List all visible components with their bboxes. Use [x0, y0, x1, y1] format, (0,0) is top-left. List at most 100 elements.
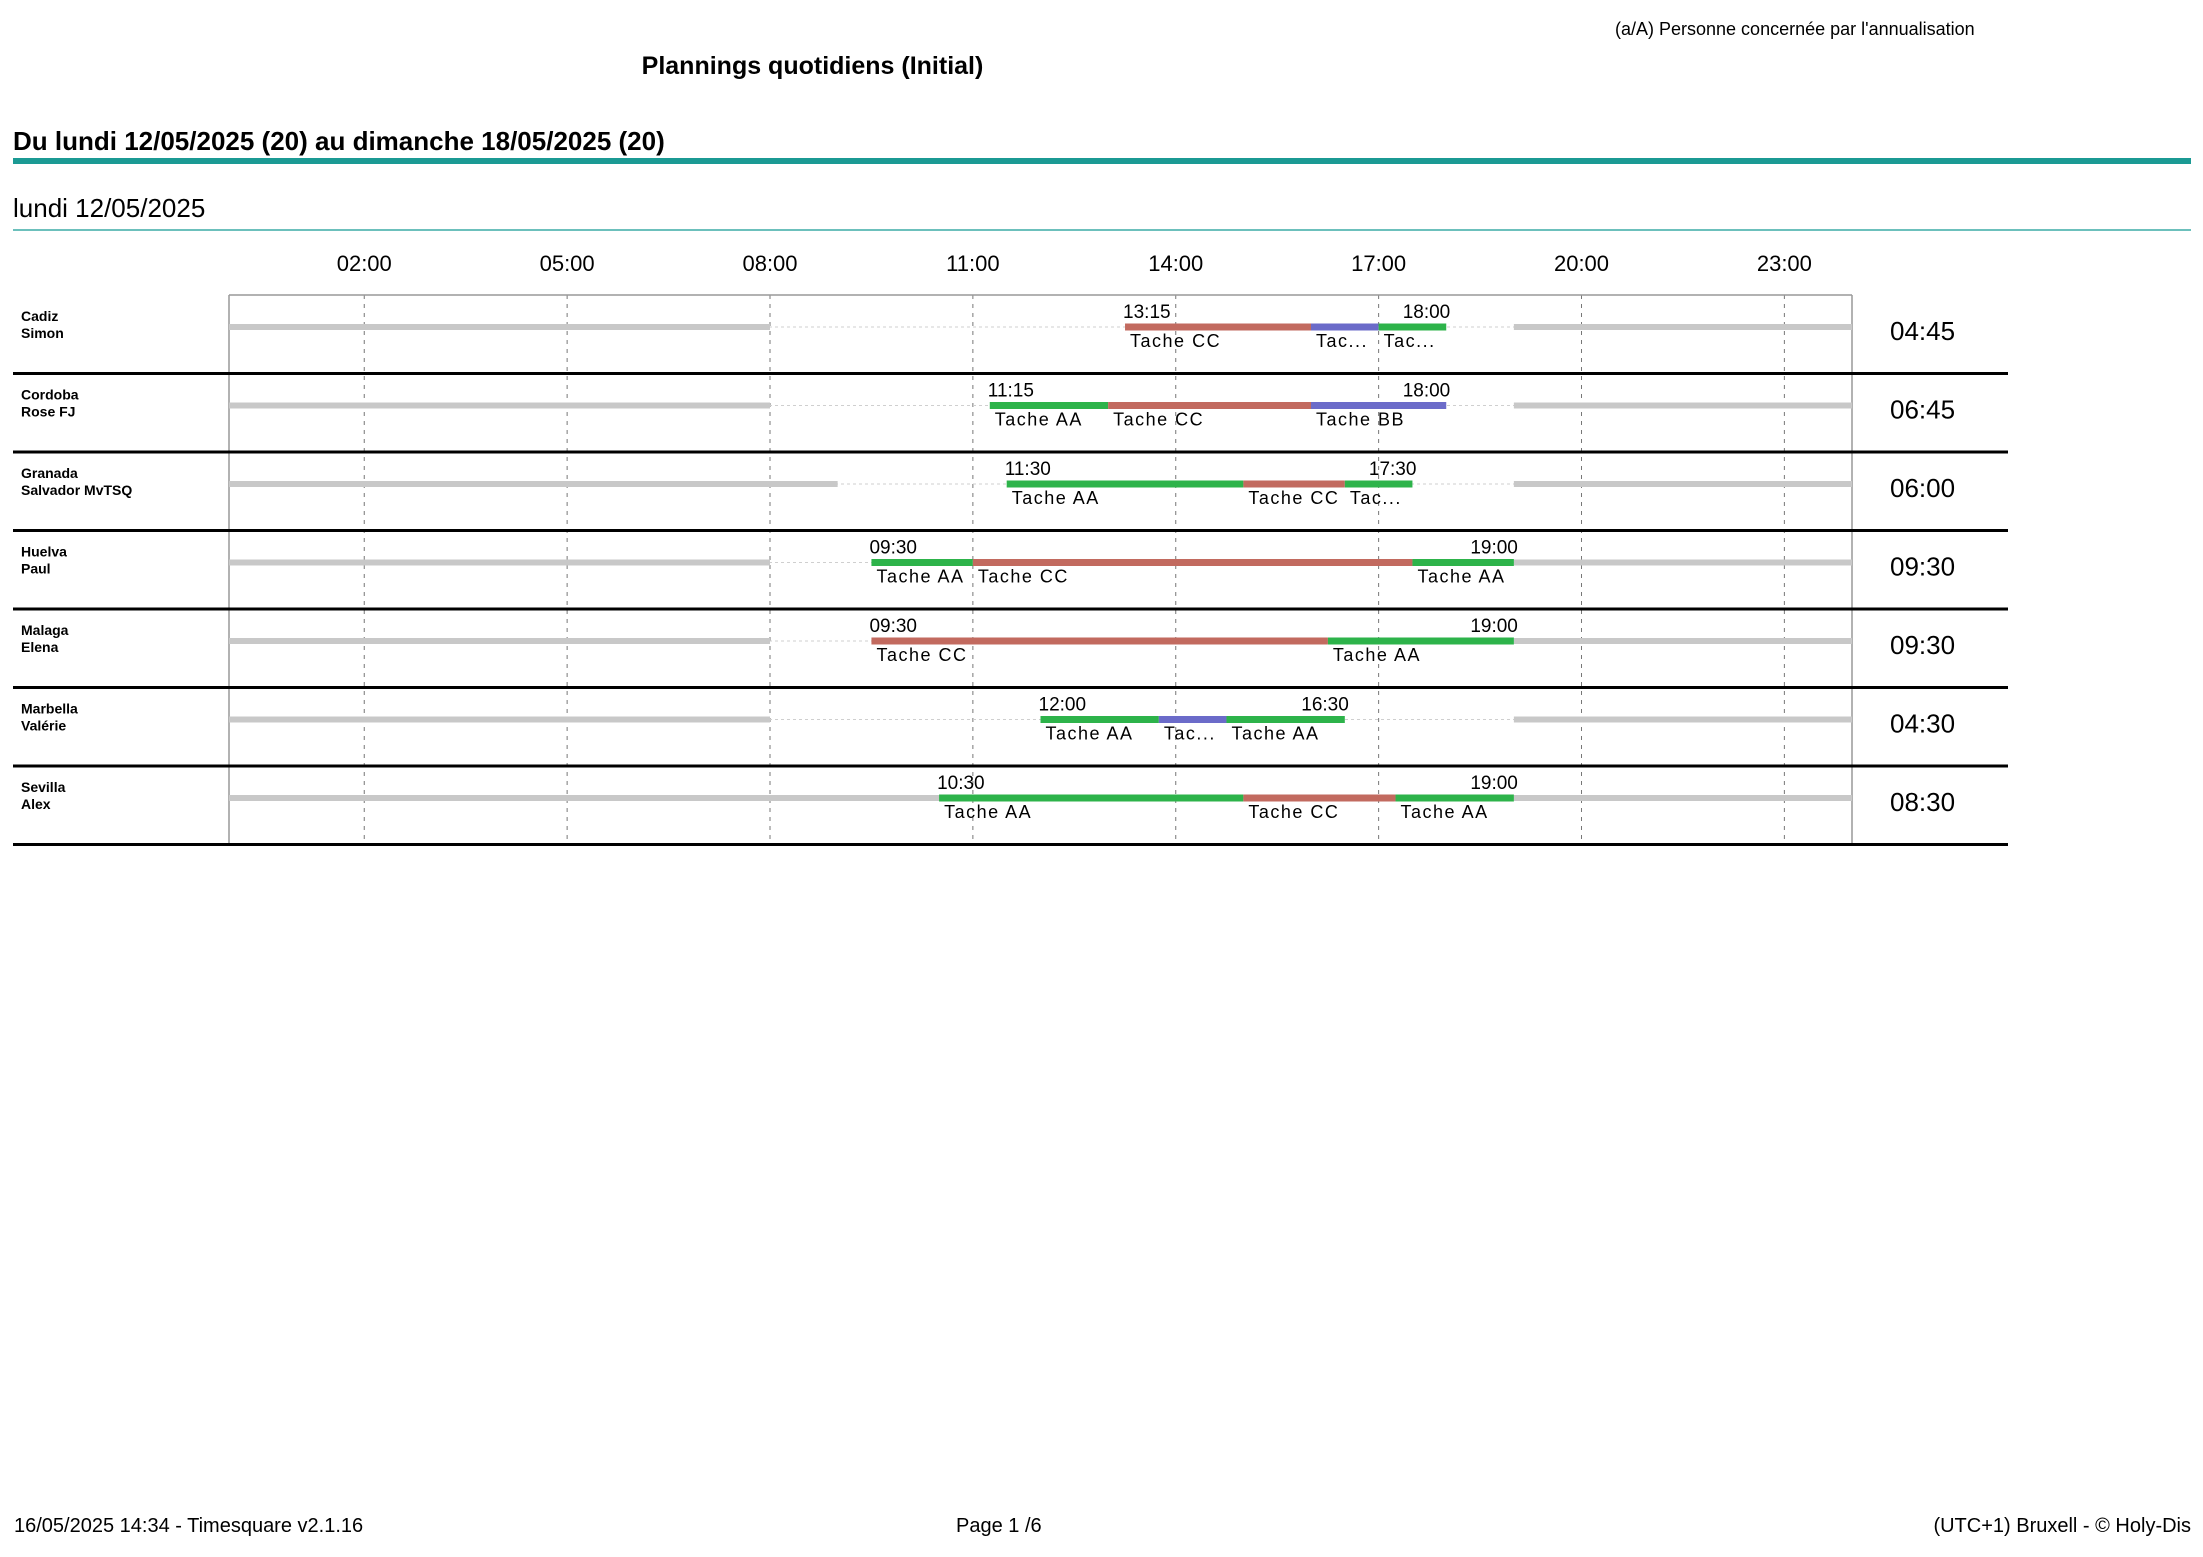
- shift-start-time: 09:30: [869, 616, 917, 637]
- employee-row: CadizSimon Tache CC Tac... Tac... 13:15 18:00…: [13, 302, 2008, 375]
- unavailable-bar: [229, 559, 770, 566]
- task-segment-bar: [1378, 323, 1447, 331]
- task-segment-label: Tac...: [1164, 724, 1216, 744]
- task-segment-label: Tache AA: [1417, 567, 1505, 587]
- shift-start-time: 13:15: [1123, 302, 1171, 323]
- employee-row: SevillaAlex Tache AA Tache CC Tache AA 10:30…: [13, 773, 2008, 846]
- week-heading-rule: [13, 158, 2191, 164]
- task-segment-bar: [1226, 716, 1345, 723]
- task-segment-bar: [1395, 794, 1514, 802]
- task-segment-label: Tac...: [1350, 488, 1402, 508]
- employee-row: GranadaSalvador MvTSQ Tache AA Tache CC Tac…: [13, 459, 2008, 532]
- shift-start-time: 11:15: [988, 381, 1034, 402]
- task-segment-label: Tache AA: [1333, 645, 1421, 665]
- task-segment-bar: [1243, 480, 1345, 488]
- task-segment-bar: [939, 794, 1244, 802]
- employee-lastname: Cadiz: [21, 308, 58, 324]
- daily-total-hours: 09:30: [1890, 630, 1955, 660]
- employee-firstname: Simon: [21, 325, 64, 341]
- daily-total-hours: 06:00: [1890, 473, 1955, 503]
- hour-tick-label: 05:00: [540, 251, 595, 276]
- task-segment-bar: [871, 637, 1328, 645]
- task-segment-label: Tac...: [1384, 331, 1436, 351]
- task-segment-label: Tache AA: [1046, 724, 1134, 744]
- task-segment-bar: [972, 559, 1413, 566]
- page-title: Plannings quotidiens (Initial): [641, 52, 984, 80]
- day-heading-rule: [13, 229, 2191, 231]
- annualisation-legend-note: (a/A) Personne concernée par l'annualisa…: [1615, 19, 1975, 39]
- employee-row: CordobaRose FJ Tache AA Tache CC Tache BB 11…: [13, 381, 2008, 454]
- unavailable-bar: [1513, 324, 1852, 330]
- employee-firstname: Salvador MvTSQ: [21, 482, 132, 498]
- hour-tick-label: 20:00: [1554, 251, 1609, 276]
- shift-end-time: 18:00: [1403, 302, 1451, 323]
- task-segment-bar: [1311, 323, 1379, 331]
- task-segment-label: Tache AA: [1231, 724, 1319, 744]
- shift-start-time: 10:30: [937, 773, 985, 794]
- shift-end-time: 17:30: [1369, 459, 1417, 480]
- hour-tick-label: 17:00: [1351, 251, 1406, 276]
- unavailable-bar: [229, 795, 940, 801]
- task-segment-label: Tac...: [1316, 331, 1368, 351]
- week-range-heading: Du lundi 12/05/2025 (20) au dimanche 18/…: [13, 126, 665, 156]
- employee-lastname: Sevilla: [21, 779, 66, 795]
- employee-firstname: Elena: [21, 639, 59, 655]
- employee-lastname: Granada: [21, 465, 78, 481]
- task-segment-bar: [1125, 323, 1311, 331]
- task-segment-label: Tache CC: [1248, 488, 1339, 508]
- unavailable-bar: [229, 324, 770, 330]
- task-segment-label: Tache CC: [978, 567, 1069, 587]
- task-segment-label: Tache AA: [944, 802, 1032, 822]
- employee-firstname: Alex: [21, 796, 51, 812]
- unavailable-bar: [229, 638, 770, 644]
- employee-firstname: Rose FJ: [21, 404, 75, 420]
- task-segment-bar: [1158, 716, 1227, 723]
- shift-end-time: 19:00: [1470, 773, 1518, 794]
- hour-tick-label: 08:00: [742, 251, 797, 276]
- daily-total-hours: 08:30: [1890, 787, 1955, 817]
- hour-tick-label: 23:00: [1757, 251, 1812, 276]
- task-segment-label: Tache AA: [1401, 802, 1489, 822]
- task-segment-label: Tache CC: [1248, 802, 1339, 822]
- task-segment-label: Tache AA: [1012, 488, 1100, 508]
- unavailable-bar: [1513, 481, 1852, 487]
- daily-total-hours: 04:45: [1890, 316, 1955, 346]
- day-heading: lundi 12/05/2025: [13, 193, 206, 223]
- task-segment-label: Tache AA: [995, 410, 1083, 430]
- employee-firstname: Valérie: [21, 718, 66, 734]
- task-segment-bar: [1344, 480, 1413, 488]
- daily-total-hours: 04:30: [1890, 709, 1955, 739]
- footer-page-number: Page 1 /6: [956, 1515, 1042, 1537]
- shift-end-time: 18:00: [1403, 381, 1451, 402]
- task-segment-bar: [1006, 480, 1244, 488]
- employee-lastname: Malaga: [21, 622, 69, 638]
- unavailable-bar: [1513, 559, 1852, 566]
- shift-end-time: 16:30: [1301, 695, 1349, 716]
- shift-start-time: 11:30: [1005, 459, 1051, 480]
- employee-row: MalagaElena Tache CC Tache AA 09:30 19:00 09:…: [13, 616, 2008, 689]
- employee-row: MarbellaValérie Tache AA Tac... Tache AA 12:…: [13, 695, 2008, 768]
- task-segment-bar: [871, 559, 973, 566]
- task-segment-bar: [1243, 794, 1396, 802]
- shift-start-time: 09:30: [869, 538, 917, 559]
- footer-timezone-copyright: (UTC+1) Bruxell - © Holy-Dis: [1933, 1515, 2191, 1537]
- daily-total-hours: 06:45: [1890, 395, 1955, 425]
- shift-end-time: 19:00: [1470, 616, 1518, 637]
- unavailable-bar: [1513, 795, 1852, 801]
- employee-lastname: Cordoba: [21, 387, 79, 403]
- unavailable-bar: [1513, 638, 1852, 644]
- employee-lastname: Marbella: [21, 701, 78, 717]
- unavailable-bar: [229, 402, 770, 409]
- task-segment-bar: [1311, 402, 1447, 409]
- footer-timestamp-version: 16/05/2025 14:34 - Timesquare v2.1.16: [14, 1515, 364, 1537]
- daily-schedule-gantt: 02:00 05:00 08:00 11:00 14:00 17:00 20:00 23:00…: [13, 251, 2008, 846]
- unavailable-bar: [229, 716, 770, 723]
- hour-tick-label: 02:00: [337, 251, 392, 276]
- task-segment-label: Tache AA: [876, 567, 964, 587]
- hour-tick-label: 11:00: [946, 251, 999, 276]
- shift-end-time: 19:00: [1470, 538, 1518, 559]
- employee-row: HuelvaPaul Tache AA Tache CC Tache AA 09:30 1…: [13, 538, 2008, 611]
- unavailable-bar: [229, 481, 838, 487]
- unavailable-bar: [1513, 716, 1852, 723]
- daily-total-hours: 09:30: [1890, 552, 1955, 582]
